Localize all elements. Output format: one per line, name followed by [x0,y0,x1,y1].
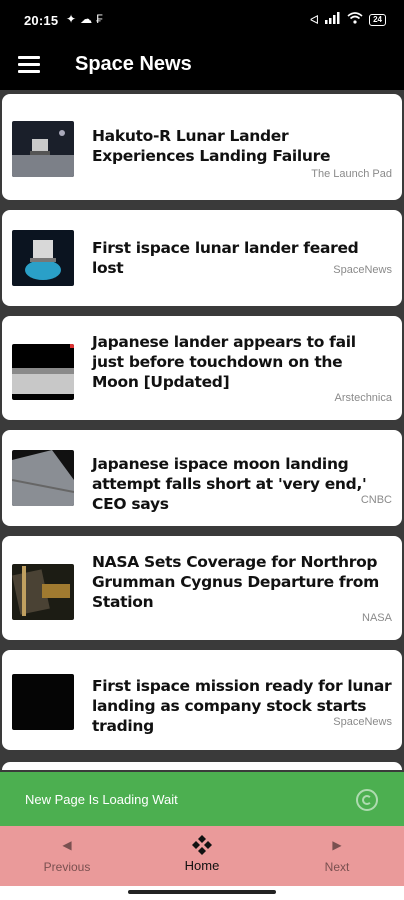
news-list[interactable]: Hakuto-R Lunar Lander Experiences Landin… [0,90,404,770]
chevron-right-icon: ▶ [332,838,342,852]
cloud-icon: ☁ [80,12,93,26]
gesture-bar [0,886,404,900]
bluetooth-icon: ᐊ [309,12,320,27]
news-card[interactable]: NASA Sets Coverage for Northrop Grumman … [2,536,402,640]
page-title: Space News [75,53,192,75]
app-notification-icon: ₣ [96,12,103,26]
news-card[interactable]: Hakuto-R Lunar Lander Experiences Landin… [2,94,402,200]
home-button[interactable]: Home [167,834,237,873]
news-thumbnail [12,121,74,177]
news-card[interactable] [2,762,402,770]
news-title: Hakuto-R Lunar Lander Experiences Landin… [92,127,331,165]
news-card[interactable]: Japanese ispace moon landing attempt fal… [2,430,402,526]
news-source: NASA [362,612,392,624]
news-card[interactable]: Japanese lander appears to fail just bef… [2,316,402,420]
news-source: CNBC [360,494,392,506]
signal-icon [325,12,341,27]
home-label: Home [184,858,220,873]
bottom-nav: ◀ Previous Home ▶ Next [0,826,404,886]
status-bar: 20:15 ✦ ☁ ₣ ᐊ 24 [0,0,404,40]
news-thumbnail [12,450,74,506]
news-title: Japanese ispace moon landing attempt fal… [92,455,367,513]
previous-label: Previous [43,860,91,874]
news-source: The Launch Pad [311,168,392,180]
home-icon [191,834,213,856]
news-source: SpaceNews [333,716,392,728]
news-thumbnail [12,230,74,286]
next-label: Next [324,860,350,874]
news-thumbnail [12,564,74,620]
battery-icon: 24 [369,13,386,26]
news-source: SpaceNews [333,264,392,276]
news-thumbnail [12,674,74,730]
bluetooth-off-icon: ✦ [66,12,77,26]
loading-banner: New Page Is Loading Wait [0,772,404,826]
menu-icon[interactable] [18,56,40,73]
status-right-icons: ᐊ 24 [310,12,386,27]
next-button[interactable]: ▶ Next [302,834,372,874]
status-left-icons: ✦ ☁ ₣ [66,12,103,26]
news-card[interactable]: First ispace lunar lander feared lost Sp… [2,210,402,306]
app-bar: Space News [0,40,404,90]
loading-spinner-icon [356,789,378,811]
gesture-handle[interactable] [128,890,276,894]
status-time: 20:15 [24,13,59,28]
loading-text: New Page Is Loading Wait [25,792,178,807]
chevron-left-icon: ◀ [62,838,72,852]
news-source: Arstechnica [334,392,392,404]
previous-button[interactable]: ◀ Previous [32,834,102,874]
wifi-icon [347,12,363,27]
news-thumbnail [12,344,74,400]
news-card[interactable]: First ispace mission ready for lunar lan… [2,650,402,750]
news-title: NASA Sets Coverage for Northrop Grumman … [92,553,379,611]
news-title: Japanese lander appears to fail just bef… [92,333,356,391]
